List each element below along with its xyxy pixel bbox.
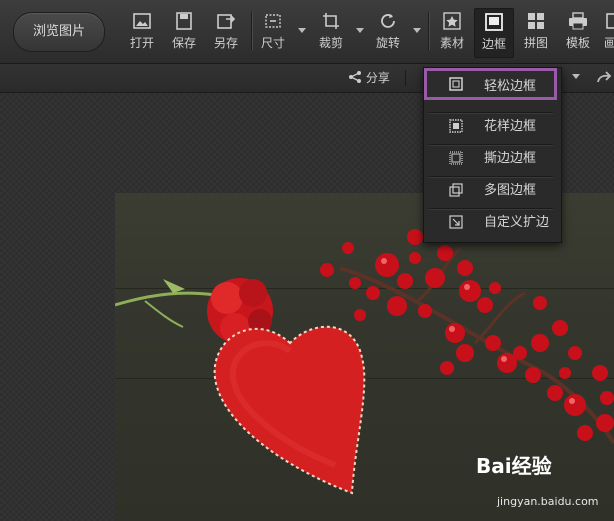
menu-item-pattern-border[interactable]: 花样边框 — [429, 113, 553, 141]
save-label: 保存 — [171, 36, 196, 50]
menu-item-label: 多图边框 — [484, 183, 537, 198]
save-button[interactable]: 保存 — [166, 8, 202, 56]
toolbar-divider — [428, 12, 429, 50]
pattern-frame-icon — [449, 119, 463, 133]
collage-label: 拼图 — [523, 36, 548, 50]
torn-edge-frame-icon — [449, 151, 463, 165]
save-icon — [176, 12, 192, 30]
star-material-icon — [443, 12, 461, 30]
save-as-icon — [217, 14, 236, 29]
simple-frame-icon — [449, 77, 463, 91]
rotate-dropdown-caret-icon[interactable] — [413, 28, 421, 33]
browse-images-button[interactable]: 浏览图片 — [13, 12, 105, 52]
rotate-label: 旋转 — [375, 36, 400, 50]
watermark-brand: Bai经验 — [476, 454, 552, 478]
border-menu-dropdown: 轻松边框 花样边框 撕边边框 多图边框 自定义扩边 — [423, 67, 562, 243]
border-frame-icon — [485, 13, 503, 31]
partial-icon — [606, 13, 614, 29]
custom-expand-icon — [449, 215, 463, 229]
menu-item-simple-border[interactable]: 轻松边框 — [424, 68, 557, 100]
share-button[interactable]: 分享 — [348, 69, 390, 86]
material-button[interactable]: 素材 — [434, 8, 470, 56]
batch-label: 画 — [604, 36, 614, 50]
crop-dropdown-caret-icon[interactable] — [356, 28, 364, 33]
baidu-jingyan-watermark: Bai经验 — [476, 450, 552, 479]
rotate-icon — [381, 14, 395, 28]
size-dropdown-caret-icon[interactable] — [298, 28, 306, 33]
size-label: 尺寸 — [260, 36, 285, 50]
open-image-icon — [133, 13, 151, 29]
redo-arrow-icon[interactable] — [594, 70, 614, 86]
menu-item-label: 撕边边框 — [484, 151, 537, 166]
rotate-button[interactable]: 旋转 — [370, 8, 406, 56]
crop-label: 裁剪 — [318, 36, 343, 50]
menu-item-multi-image-border[interactable]: 多图边框 — [429, 177, 553, 205]
save-as-label: 另存 — [213, 36, 238, 50]
collage-grid-icon — [528, 13, 544, 29]
crop-button[interactable]: 裁剪 — [313, 8, 349, 56]
open-label: 打开 — [129, 36, 154, 50]
collage-button[interactable]: 拼图 — [518, 8, 554, 56]
toolbar-divider — [251, 12, 252, 50]
resize-icon — [265, 14, 281, 28]
open-button[interactable]: 打开 — [124, 8, 160, 56]
share-icon — [349, 71, 361, 83]
material-label: 素材 — [439, 36, 464, 50]
share-label: 分享 — [365, 71, 390, 85]
batch-button[interactable]: 画 — [602, 8, 614, 56]
subbar-dropdown-caret-icon[interactable] — [572, 74, 580, 79]
watermark-url: jingyan.baidu.com — [497, 495, 599, 508]
template-button[interactable]: 模板 — [560, 8, 596, 56]
menu-item-label: 自定义扩边 — [484, 215, 550, 230]
save-as-button[interactable]: 另存 — [208, 8, 244, 56]
size-button[interactable]: 尺寸 — [255, 8, 291, 56]
template-print-icon — [569, 12, 587, 30]
menu-item-torn-edge-border[interactable]: 撕边边框 — [429, 145, 553, 173]
menu-item-custom-expand[interactable]: 自定义扩边 — [429, 209, 553, 237]
main-toolbar: 浏览图片 打开 保存 另存 尺寸 裁剪 旋转 素材 边框 拼图 模板 画 — [0, 0, 614, 64]
menu-item-label: 花样边框 — [484, 119, 537, 134]
subbar-divider — [405, 70, 406, 86]
border-label: 边框 — [481, 37, 506, 51]
multi-image-frame-icon — [449, 183, 463, 197]
menu-item-label: 轻松边框 — [484, 79, 537, 94]
crop-icon — [323, 13, 339, 29]
template-label: 模板 — [565, 36, 590, 50]
border-button[interactable]: 边框 — [474, 8, 514, 58]
